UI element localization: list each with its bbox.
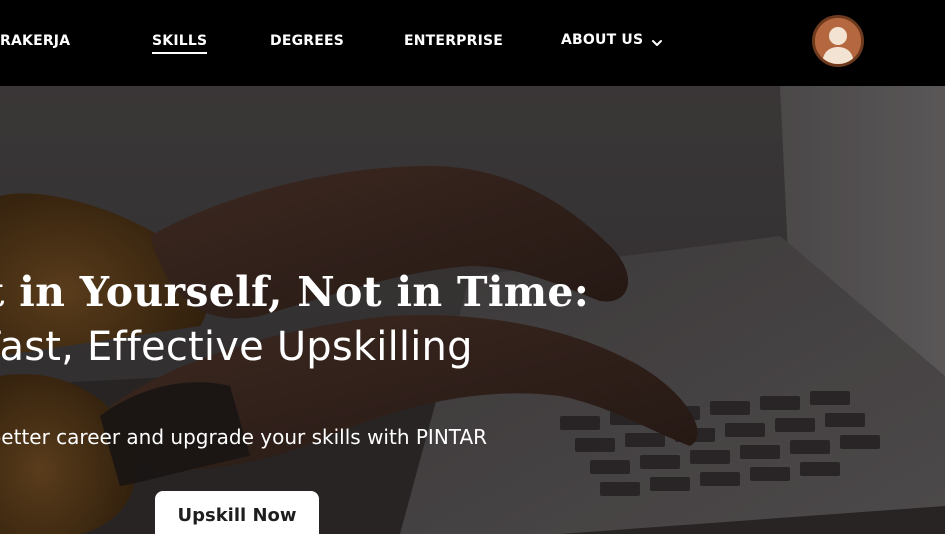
hero-tagline: a better career and upgrade your skills … — [0, 425, 488, 449]
upskill-now-button[interactable]: Upskill Now — [155, 491, 319, 534]
user-avatar-icon[interactable] — [812, 15, 864, 67]
page: RAKERJA SKILLS DEGREES ENTERPRISE ABOUT … — [0, 0, 945, 534]
nav-link-about-us-label: ABOUT US — [561, 32, 644, 48]
hero-title: st in Yourself, Not in Time: — [0, 268, 590, 316]
nav-dropdown-about-us[interactable]: ABOUT US — [561, 31, 663, 49]
hero-section: st in Yourself, Not in Time: Fast, Effec… — [0, 86, 945, 534]
nav-link-skills[interactable]: SKILLS — [152, 32, 208, 54]
nav-link-enterprise[interactable]: ENTERPRISE — [404, 32, 503, 50]
chevron-down-icon — [651, 35, 663, 46]
nav-link-degrees[interactable]: DEGREES — [270, 32, 344, 50]
brand-link[interactable]: RAKERJA — [0, 32, 70, 50]
hero-subtitle: Fast, Effective Upskilling — [0, 324, 473, 370]
top-navbar: RAKERJA SKILLS DEGREES ENTERPRISE ABOUT … — [0, 0, 945, 86]
